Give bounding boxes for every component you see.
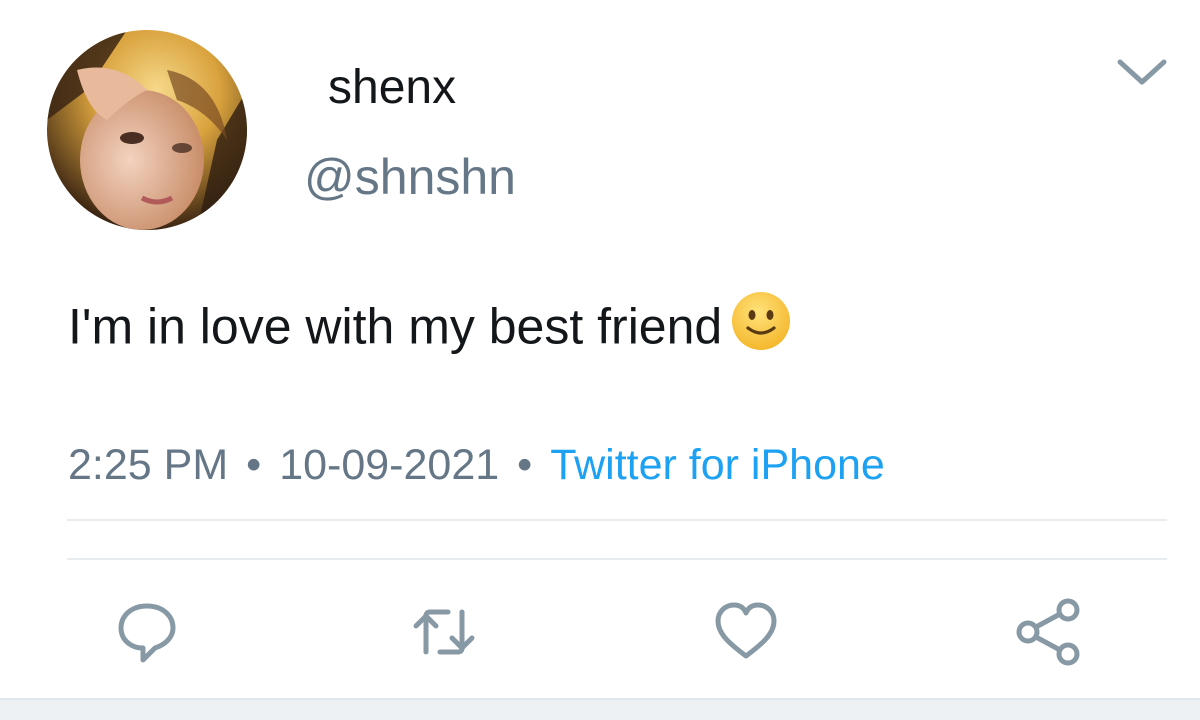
share-icon (1016, 598, 1080, 666)
like-button[interactable] (710, 596, 782, 668)
tweet-body: I'm in love with my best friend (68, 298, 723, 355)
reply-button[interactable] (111, 596, 183, 668)
share-button[interactable] (1012, 596, 1084, 668)
user-handle[interactable]: @shnshn (304, 152, 516, 202)
tweet-date: 10-09-2021 (279, 441, 500, 489)
tweet-time: 2:25 PM (68, 441, 229, 489)
separator-dot: • (246, 441, 262, 489)
slightly-smiling-face-icon (730, 290, 792, 363)
heart-icon (715, 602, 777, 659)
profile-photo-icon (47, 30, 247, 230)
retweet-button[interactable] (408, 596, 480, 668)
separator-dot: • (517, 441, 533, 489)
display-name[interactable]: shenx (328, 64, 456, 112)
retweet-icon (413, 609, 475, 655)
tweet-card: shenx @shnshn I'm in love with my best f… (0, 0, 1200, 720)
divider (67, 519, 1167, 521)
avatar[interactable] (47, 30, 247, 230)
bottom-divider (0, 698, 1200, 720)
chevron-down-icon[interactable] (1114, 56, 1170, 88)
divider (67, 558, 1167, 560)
tweet-text: I'm in love with my best friend (68, 292, 792, 363)
tweet-source-link[interactable]: Twitter for iPhone (550, 441, 885, 489)
reply-icon (118, 603, 176, 663)
tweet-meta: 2:25 PM • 10-09-2021 • Twitter for iPhone (68, 444, 885, 487)
